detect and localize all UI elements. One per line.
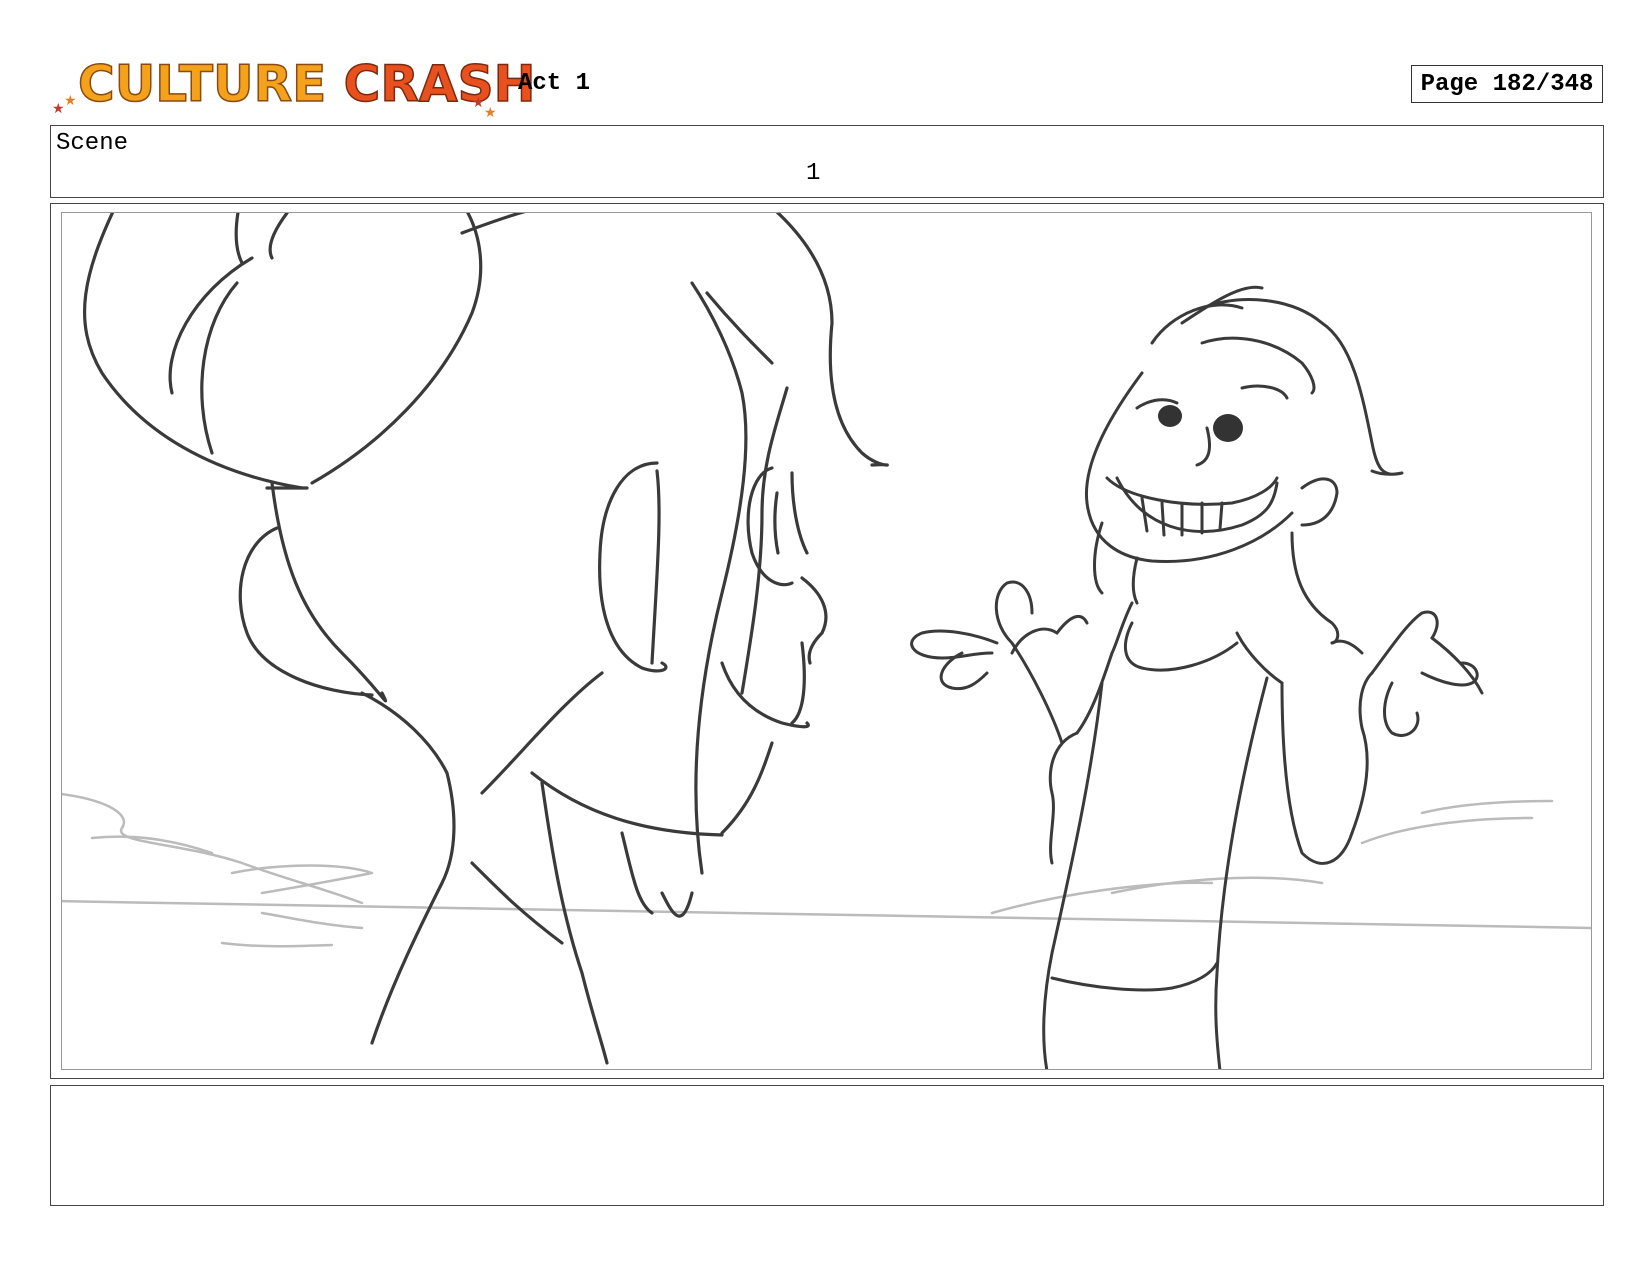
- sketch-artwork: [62, 213, 1591, 1069]
- character-eyes: [1158, 405, 1243, 442]
- star-icon: ★: [472, 95, 485, 111]
- logo-word-culture: CULTURE: [77, 54, 327, 114]
- star-icon: ★: [64, 93, 77, 109]
- background-sketch: [62, 792, 1591, 948]
- page-number-text: Page 182/348: [1420, 70, 1594, 98]
- scene-label: Scene: [56, 130, 129, 157]
- logo-word-crash: CRASH: [343, 54, 536, 114]
- star-icon: ★: [52, 101, 65, 117]
- scene-number: 1: [806, 160, 821, 187]
- logo-text: CULTURE CRASH: [77, 54, 536, 114]
- act-label: Act 1: [518, 70, 591, 97]
- scene-box: Scene 1: [50, 125, 1604, 198]
- character-grinning: [910, 285, 1484, 1069]
- character-back-view: [82, 213, 889, 1065]
- page-number: Page 182/348: [1411, 65, 1603, 103]
- notes-box[interactable]: [50, 1085, 1604, 1206]
- panel-drawing: [61, 212, 1592, 1070]
- star-icon: ★: [484, 105, 497, 121]
- culture-crash-logo: ★ ★ CULTURE CRASH ★ ★: [52, 50, 536, 121]
